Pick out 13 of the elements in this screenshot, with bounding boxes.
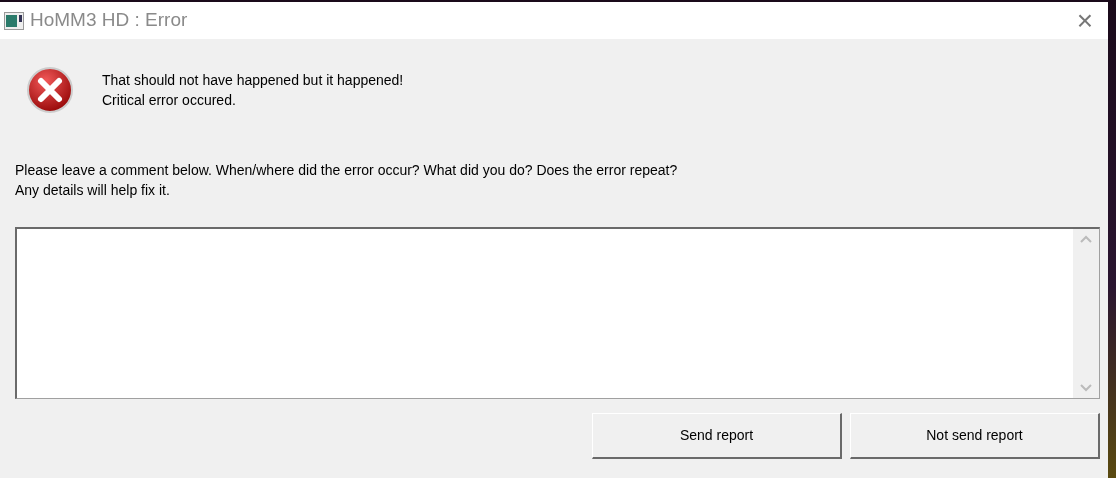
scroll-down-icon[interactable] (1080, 384, 1092, 392)
cancel-button[interactable]: Not send report (850, 413, 1100, 459)
error-icon (26, 66, 74, 114)
error-message: That should not have happened but it happened! (102, 71, 404, 90)
app-icon (4, 11, 24, 30)
error-message: Critical error occured. (102, 91, 237, 110)
scroll-up-icon[interactable] (1080, 235, 1092, 243)
window-title: HoMM3 HD : Error (30, 8, 188, 33)
instruction-text: Any details will help fix it. (15, 181, 171, 200)
close-button[interactable]: × (1062, 2, 1108, 39)
comment-field[interactable] (15, 227, 1100, 399)
instruction-text: Please leave a comment below. When/where did the error occur? What did you do? Does the error repeat? (15, 161, 679, 180)
send-button[interactable]: Send report (592, 413, 842, 459)
